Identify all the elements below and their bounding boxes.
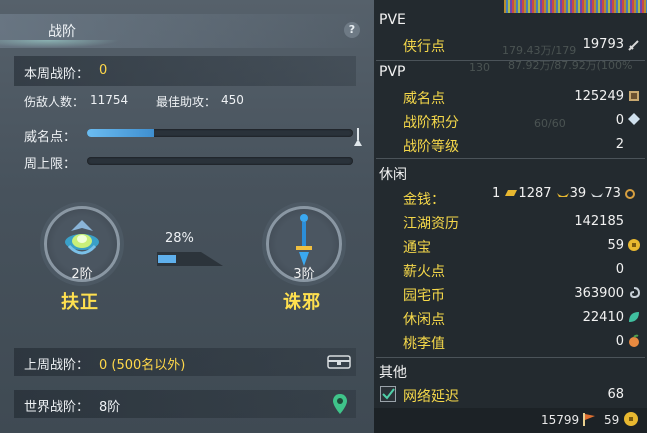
pve-item-label: 侠行点 bbox=[403, 39, 445, 55]
fame-label: 威名点： bbox=[24, 130, 77, 145]
pve-section-title: PVE bbox=[379, 12, 406, 28]
currency-panel: 179.43万/179 130 87.92万/87.92万(100% 60/60… bbox=[374, 0, 647, 433]
kills-value: 11754 bbox=[90, 93, 129, 107]
pvp-item-value: 2 bbox=[615, 137, 624, 152]
battle-rank-panel: 战阶 ? 本周战阶： 0 伤敌人数： 11754 最佳助攻： 450 威名点： … bbox=[0, 0, 374, 433]
leisure-item-label: 桃李值 bbox=[403, 336, 445, 352]
current-rank-name: 扶正 bbox=[61, 292, 99, 313]
panel-header: 战阶 bbox=[0, 14, 374, 48]
footer-left-value: 15799 bbox=[541, 413, 580, 427]
check-icon bbox=[382, 388, 395, 400]
pve-item-value: 19793 bbox=[582, 37, 624, 52]
pvp-item-value: 0 bbox=[615, 113, 624, 128]
help-button[interactable]: ? bbox=[344, 22, 360, 38]
network-latency-value: 68 bbox=[607, 387, 624, 402]
banner-icon bbox=[629, 91, 639, 101]
leisure-item-value: 22410 bbox=[582, 310, 624, 325]
leisure-item-label: 休闲点 bbox=[403, 312, 445, 328]
bg-level-text: 130 bbox=[469, 61, 490, 74]
leisure-item-label: 薪火点 bbox=[403, 264, 445, 280]
leisure-item-value: 142185 bbox=[574, 214, 624, 229]
current-tier-label: 2阶 bbox=[71, 267, 93, 282]
header-swoosh-decoration bbox=[0, 40, 120, 48]
pvp-item-label: 战阶等级 bbox=[403, 139, 459, 155]
world-rank-value: 8阶 bbox=[99, 400, 121, 415]
bg-hp-text: 179.43万/179 bbox=[502, 44, 577, 57]
leisure-item-label: 江湖资历 bbox=[403, 216, 459, 232]
panel-title: 战阶 bbox=[48, 24, 76, 40]
weekly-rank-label: 本周战阶： bbox=[24, 67, 90, 82]
leisure-item-value: 363900 bbox=[574, 286, 624, 301]
assist-value: 450 bbox=[221, 93, 244, 107]
money-value: 1 1287 39 73 bbox=[492, 186, 636, 201]
network-latency-label: 网络延迟 bbox=[403, 389, 459, 405]
copper-coin-icon bbox=[625, 188, 636, 199]
leisure-item-label: 通宝 bbox=[403, 240, 431, 256]
rank-progress-arrow bbox=[157, 252, 223, 266]
silver-ingot-icon bbox=[591, 192, 604, 197]
bg-mp-text: 60/60 bbox=[534, 117, 566, 130]
gold-ingot-icon bbox=[556, 192, 569, 197]
pvp-item-label: 威名点 bbox=[403, 91, 445, 107]
weekly-rank-value: 0 bbox=[99, 63, 108, 78]
money-label: 金钱： bbox=[403, 192, 445, 208]
location-pin-icon[interactable] bbox=[332, 393, 348, 415]
leisure-section-title: 休闲 bbox=[379, 167, 407, 183]
last-week-rank-value: 0 (500名以外) bbox=[99, 358, 186, 373]
next-rank-name: 诛邪 bbox=[283, 292, 321, 313]
swirl-icon bbox=[629, 287, 641, 299]
lotus-emblem-icon bbox=[65, 220, 99, 255]
footer-right-value: 59 bbox=[604, 413, 620, 427]
leisure-item-value: 0 bbox=[615, 334, 624, 349]
coin-icon bbox=[628, 239, 640, 251]
top-status-strip bbox=[504, 0, 647, 13]
leisure-item-value: 59 bbox=[607, 238, 624, 253]
weekly-cap-label: 周上限： bbox=[24, 157, 77, 172]
next-tier-label: 3阶 bbox=[293, 267, 315, 282]
leaf-icon bbox=[629, 312, 639, 322]
pvp-item-label: 战阶积分 bbox=[403, 115, 459, 131]
fame-progress-fill bbox=[87, 129, 154, 137]
rank-progress-percent: 28% bbox=[165, 231, 194, 246]
leisure-item-value: 0 bbox=[615, 262, 624, 277]
network-latency-checkbox[interactable] bbox=[380, 386, 396, 402]
flag-marker-icon bbox=[354, 128, 362, 146]
leisure-item-label: 园宅币 bbox=[403, 288, 445, 304]
diamond-icon bbox=[628, 113, 640, 125]
weekly-cap-progress-bar bbox=[87, 157, 353, 165]
sword-emblem-icon bbox=[296, 214, 312, 266]
other-section-title: 其他 bbox=[379, 365, 407, 381]
sword-icon bbox=[628, 40, 639, 51]
coin-icon[interactable] bbox=[623, 411, 639, 427]
world-rank-label: 世界战阶： bbox=[24, 400, 90, 415]
chest-icon[interactable] bbox=[327, 354, 351, 370]
fame-progress-bar bbox=[87, 129, 353, 137]
assist-label: 最佳助攻： bbox=[156, 95, 217, 109]
flag-icon[interactable] bbox=[581, 411, 597, 427]
pvp-item-value: 125249 bbox=[574, 89, 624, 104]
gold-bar-icon bbox=[505, 189, 518, 196]
pvp-section-title: PVP bbox=[379, 64, 406, 80]
last-week-rank-label: 上周战阶： bbox=[24, 358, 90, 373]
kills-label: 伤敌人数： bbox=[24, 95, 85, 109]
peach-icon bbox=[629, 334, 639, 347]
